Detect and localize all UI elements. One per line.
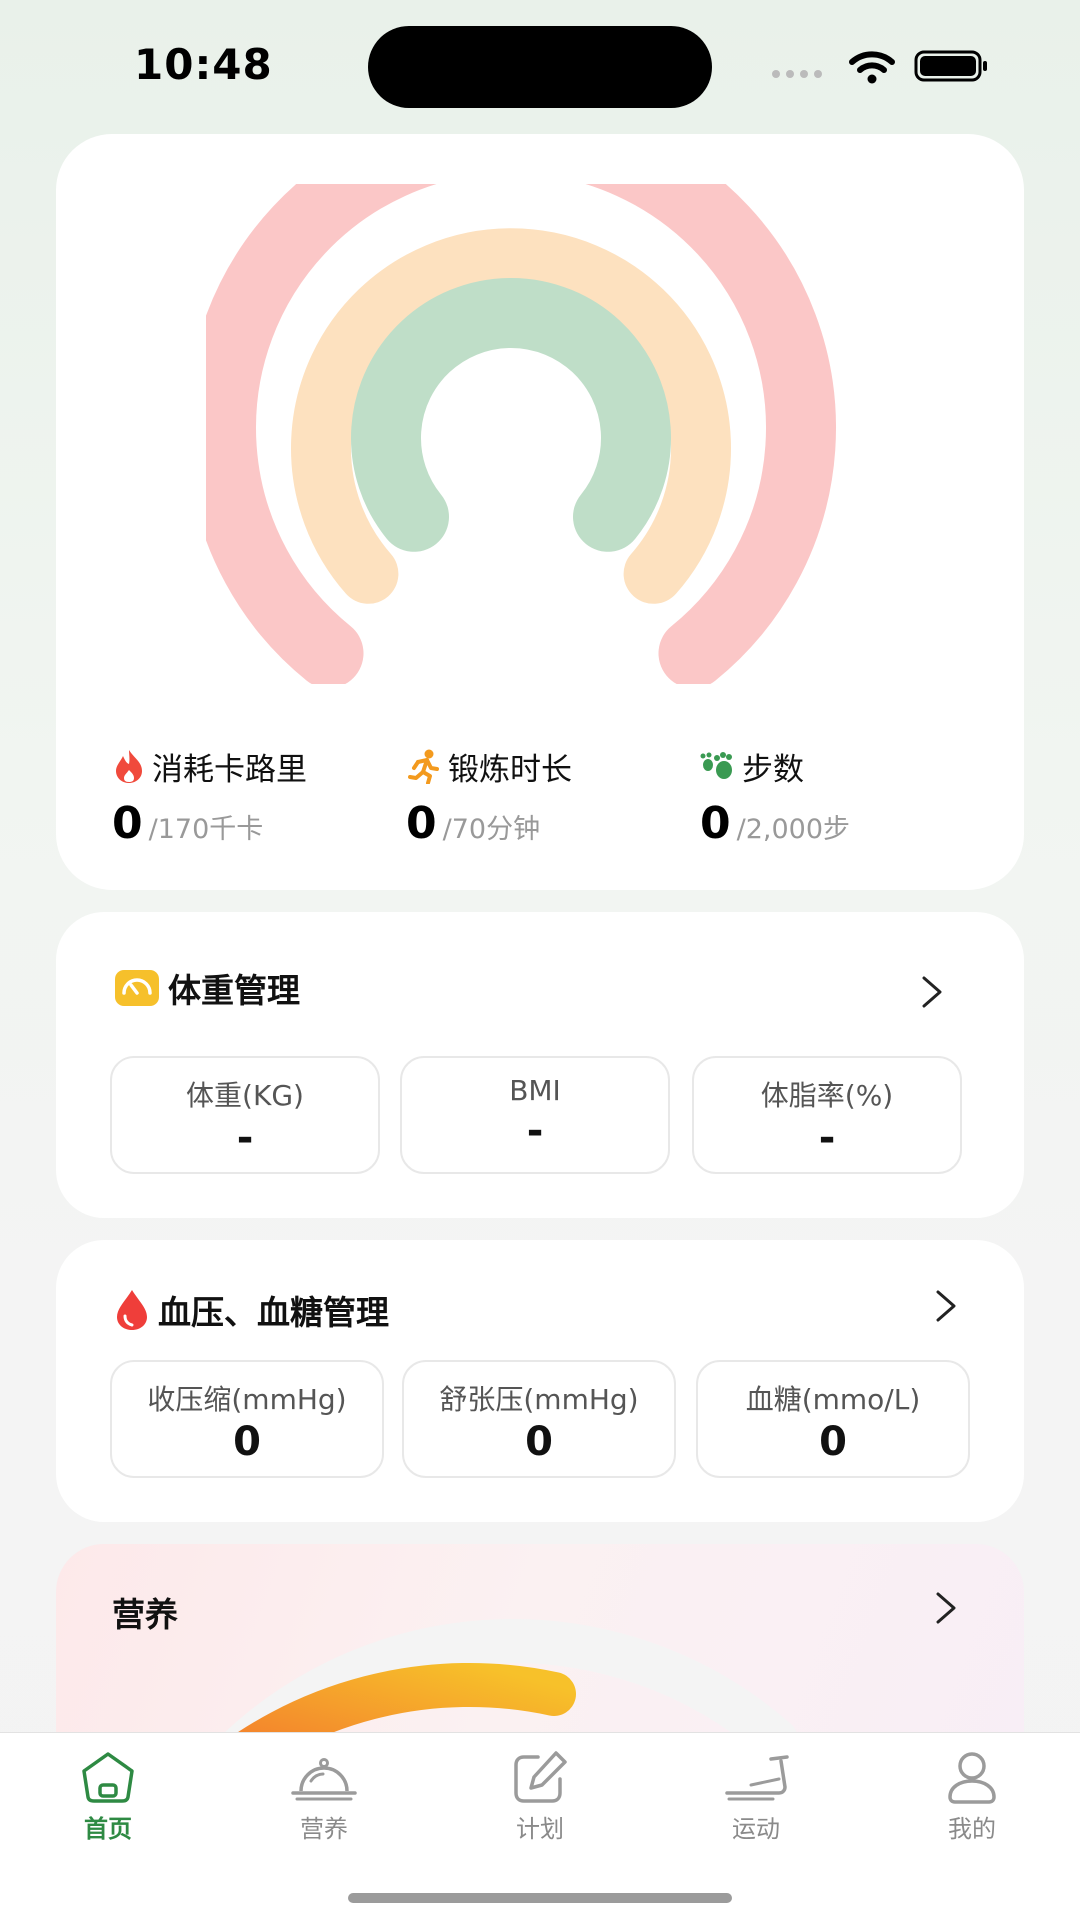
activity-rings (206, 184, 836, 684)
bmi-metric[interactable]: BMI - (400, 1056, 670, 1174)
tab-nutrition[interactable]: 营养 (244, 1749, 404, 1844)
diastolic-metric[interactable]: 舒张压(mmHg) 0 (402, 1360, 676, 1478)
blood-card-title: 血压、血糖管理 (158, 1293, 389, 1332)
weight-card-title: 体重管理 (168, 971, 300, 1010)
scale-icon (115, 970, 159, 1006)
tab-exercise-label: 运动 (732, 1815, 780, 1843)
blood-drop-icon (117, 1290, 147, 1330)
blood-card-header: 血压、血糖管理 (114, 1286, 389, 1334)
flame-icon (116, 750, 142, 783)
tab-bar: 首页 营养 计划 运动 我的 (0, 1732, 1080, 1920)
battery-icon (914, 50, 987, 82)
home-indicator (348, 1893, 732, 1903)
blood-sugar-metric[interactable]: 血糖(mmo/L) 0 (696, 1360, 970, 1478)
blood-chevron-right-icon[interactable] (932, 1286, 960, 1326)
systolic-metric-label: 收压缩(mmHg) (147, 1383, 347, 1416)
edit-plan-icon (514, 1751, 567, 1803)
weight-card-header: 体重管理 (114, 964, 300, 1012)
footprints-icon (700, 752, 732, 779)
weight-metric-label: 体重(KG) (186, 1079, 304, 1112)
steps-label: 步数 (742, 751, 804, 788)
calories-value: 0 (112, 798, 143, 849)
wifi-icon (849, 51, 895, 84)
systolic-metric-value: 0 (233, 1419, 261, 1465)
home-icon (82, 1752, 134, 1803)
tab-exercise[interactable]: 运动 (676, 1749, 836, 1844)
weight-metric-value: - (236, 1115, 254, 1161)
status-time: 10:48 (134, 40, 273, 89)
activity-summary-card[interactable]: 消耗卡路里 0 /170千卡 锻炼时长 0 /70分钟 步数 0 /2,000步 (56, 134, 1024, 890)
bmi-metric-label: BMI (509, 1074, 561, 1107)
running-person-icon (408, 749, 439, 784)
tab-plan-label: 计划 (516, 1815, 564, 1843)
calories-label: 消耗卡路里 (152, 751, 307, 788)
tab-home-label: 首页 (84, 1815, 132, 1843)
steps-goal: /2,000步 (736, 814, 851, 845)
diastolic-metric-label: 舒张压(mmHg) (439, 1383, 639, 1416)
exercise-goal: /70分钟 (442, 814, 541, 845)
activity-stats: 消耗卡路里 0 /170千卡 锻炼时长 0 /70分钟 步数 0 /2,000步 (112, 742, 992, 862)
food-cloche-icon (291, 1758, 357, 1801)
systolic-metric[interactable]: 收压缩(mmHg) 0 (110, 1360, 384, 1478)
steps-value: 0 (700, 798, 731, 849)
diastolic-metric-value: 0 (525, 1419, 553, 1465)
calories-goal: /170千卡 (148, 814, 264, 845)
exercise-label: 锻炼时长 (448, 751, 572, 788)
body-fat-metric[interactable]: 体脂率(%) - (692, 1056, 962, 1174)
body-fat-metric-label: 体脂率(%) (760, 1079, 894, 1112)
cellular-signal-icon (772, 70, 822, 78)
weight-chevron-right-icon[interactable] (918, 972, 946, 1012)
exercise-stat: 锻炼时长 0 /70分钟 (406, 742, 696, 849)
treadmill-icon (725, 1755, 789, 1801)
tab-home[interactable]: 首页 (28, 1749, 188, 1844)
steps-ring (351, 278, 671, 552)
steps-stat: 步数 0 /2,000步 (700, 742, 990, 850)
weight-management-card[interactable]: 体重管理 体重(KG) - BMI - 体脂率(%) - (56, 912, 1024, 1218)
exercise-value: 0 (406, 798, 437, 849)
blood-management-card[interactable]: 血压、血糖管理 收压缩(mmHg) 0 舒张压(mmHg) 0 血糖(mmo/L… (56, 1240, 1024, 1522)
weight-metric[interactable]: 体重(KG) - (110, 1056, 380, 1174)
blood-sugar-metric-label: 血糖(mmo/L) (745, 1383, 921, 1416)
calories-stat: 消耗卡路里 0 /170千卡 (112, 742, 402, 849)
tab-nutrition-label: 营养 (300, 1815, 348, 1843)
bmi-metric-value: - (526, 1108, 544, 1154)
status-bar: 10:48 (0, 0, 1080, 130)
tab-profile[interactable]: 我的 (892, 1749, 1052, 1844)
tab-profile-label: 我的 (948, 1815, 996, 1843)
tab-plan[interactable]: 计划 (460, 1749, 620, 1844)
blood-sugar-metric-value: 0 (819, 1419, 847, 1465)
dynamic-island (368, 26, 712, 108)
body-fat-metric-value: - (818, 1115, 836, 1161)
profile-icon (948, 1752, 996, 1804)
